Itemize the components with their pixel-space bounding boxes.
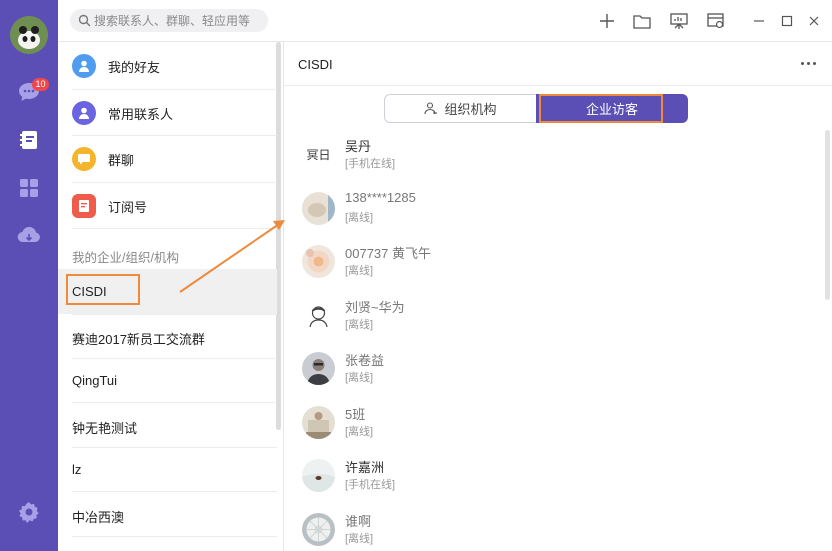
presentation-icon[interactable] xyxy=(668,10,690,32)
tab-label: 组织机构 xyxy=(444,102,497,117)
org-label: lz xyxy=(72,462,82,477)
avatar xyxy=(302,352,335,385)
unread-badge: 10 xyxy=(32,78,49,91)
list-item[interactable]: 刘贤~华为 [离线] xyxy=(284,291,824,345)
search-input[interactable] xyxy=(70,9,268,32)
highlight-box xyxy=(539,94,663,123)
avatar xyxy=(302,191,335,225)
highlight-box xyxy=(66,274,140,305)
avatar xyxy=(302,512,335,546)
category-label: 我的好友 xyxy=(108,59,161,75)
main-panel: CISDI 组织机构 企业访客 冥日 吴丹 [手机在线] 138****1285… xyxy=(284,42,832,551)
contact-name: 138****1285 xyxy=(345,189,416,205)
divider xyxy=(72,536,277,537)
contact-categories-panel: 我的好友 常用联系人 群聊 订阅号 我的企业/组织/机构 CISDI 赛迪201… xyxy=(58,42,284,551)
avatar: 冥日 xyxy=(302,138,335,171)
org-item-cisdi[interactable]: CISDI xyxy=(58,269,277,314)
list-item[interactable]: 张卷益 [离线] xyxy=(284,344,824,398)
list-item[interactable]: 谁啊 [离线] xyxy=(284,505,824,551)
contact-name: 5班 xyxy=(345,406,366,422)
friend-icon xyxy=(72,54,96,78)
contact-icon xyxy=(72,101,96,125)
avatar xyxy=(302,298,335,332)
contact-status: [手机在线] xyxy=(345,479,396,491)
category-label: 常用联系人 xyxy=(108,106,174,122)
minimize-icon[interactable] xyxy=(748,10,770,32)
close-icon[interactable] xyxy=(803,10,825,32)
section-title: 我的企业/组织/机构 xyxy=(72,251,179,265)
contact-name: 吴丹 xyxy=(345,139,372,154)
org-chart-icon xyxy=(424,102,438,115)
contact-name: 刘贤~华为 xyxy=(345,299,405,315)
org-item[interactable]: lz xyxy=(58,447,277,492)
cloud-icon[interactable] xyxy=(17,223,41,247)
add-icon[interactable] xyxy=(596,10,618,32)
visitor-list: 冥日 吴丹 [手机在线] 138****1285 [离线] 007737 黄飞午… xyxy=(284,130,824,551)
contact-name: 张卷益 xyxy=(345,353,385,368)
more-options-icon[interactable] xyxy=(801,62,816,65)
subscription-icon xyxy=(72,194,96,218)
org-label: 中冶西澳 xyxy=(72,510,125,525)
avatar xyxy=(302,405,335,439)
list-item[interactable]: 冥日 吴丹 [手机在线] xyxy=(284,130,824,184)
maximize-icon[interactable] xyxy=(776,10,798,32)
contact-status: [离线] xyxy=(345,425,374,438)
contact-name: 谁啊 xyxy=(345,513,372,529)
category-subscriptions[interactable]: 订阅号 xyxy=(58,183,277,229)
category-friends[interactable]: 我的好友 xyxy=(58,43,277,89)
list-item[interactable]: 138****1285 [离线] xyxy=(284,184,824,238)
settings-icon[interactable] xyxy=(17,500,41,524)
top-bar xyxy=(58,0,832,42)
app-window: 10 搜索联系人、群聊、轻应用等 我的好友 常用联系人 群聊 订阅号 我的企业/… xyxy=(0,0,832,551)
org-item[interactable]: QingTui xyxy=(58,358,277,403)
panel-header: CISDI xyxy=(284,42,832,86)
folder-icon[interactable] xyxy=(631,10,653,32)
org-label: QingTui xyxy=(72,373,118,388)
contact-status: [离线] xyxy=(345,532,374,545)
contact-status: [离线] xyxy=(345,265,374,277)
contact-name: 许嘉洲 xyxy=(345,460,385,475)
contact-status: [离线] xyxy=(345,372,374,384)
avatar xyxy=(302,459,335,492)
tab-organization[interactable]: 组织机构 xyxy=(384,94,536,123)
tab-switcher: 组织机构 企业访客 xyxy=(384,94,688,123)
contacts-scrollbar[interactable] xyxy=(825,130,830,300)
apps-icon[interactable] xyxy=(17,176,41,200)
org-label: 赛迪2017新员工交流群 xyxy=(72,332,205,347)
contacts-icon[interactable] xyxy=(17,128,41,152)
category-label: 群聊 xyxy=(108,152,135,168)
contact-status: [离线] xyxy=(345,318,374,331)
list-item[interactable]: 007737 黄飞午 [离线] xyxy=(284,237,824,291)
category-frequent-contacts[interactable]: 常用联系人 xyxy=(58,90,277,136)
org-label: 钟无艳测试 xyxy=(72,421,138,436)
left-rail: 10 xyxy=(0,0,58,551)
contact-status: [离线] xyxy=(345,211,374,224)
org-item[interactable]: 钟无艳测试 xyxy=(58,403,277,448)
list-item[interactable]: 许嘉洲 [手机在线] xyxy=(284,451,824,505)
svg-text:冥日: 冥日 xyxy=(306,148,330,162)
avatar xyxy=(302,245,335,278)
page-title: CISDI xyxy=(298,57,333,72)
contact-name: 007737 黄飞午 xyxy=(345,246,431,261)
contact-status: [手机在线] xyxy=(345,158,396,170)
category-label: 订阅号 xyxy=(108,199,148,215)
group-chat-icon xyxy=(72,147,96,171)
search-icon xyxy=(78,14,91,27)
calendar-settings-icon[interactable] xyxy=(705,10,727,32)
user-avatar[interactable] xyxy=(10,16,48,54)
divider xyxy=(72,228,277,229)
list-item[interactable]: 5班 [离线] xyxy=(284,398,824,452)
category-group-chats[interactable]: 群聊 xyxy=(58,136,277,182)
org-item[interactable]: 中冶西澳 xyxy=(58,492,277,537)
org-item[interactable]: 赛迪2017新员工交流群 xyxy=(58,314,277,359)
